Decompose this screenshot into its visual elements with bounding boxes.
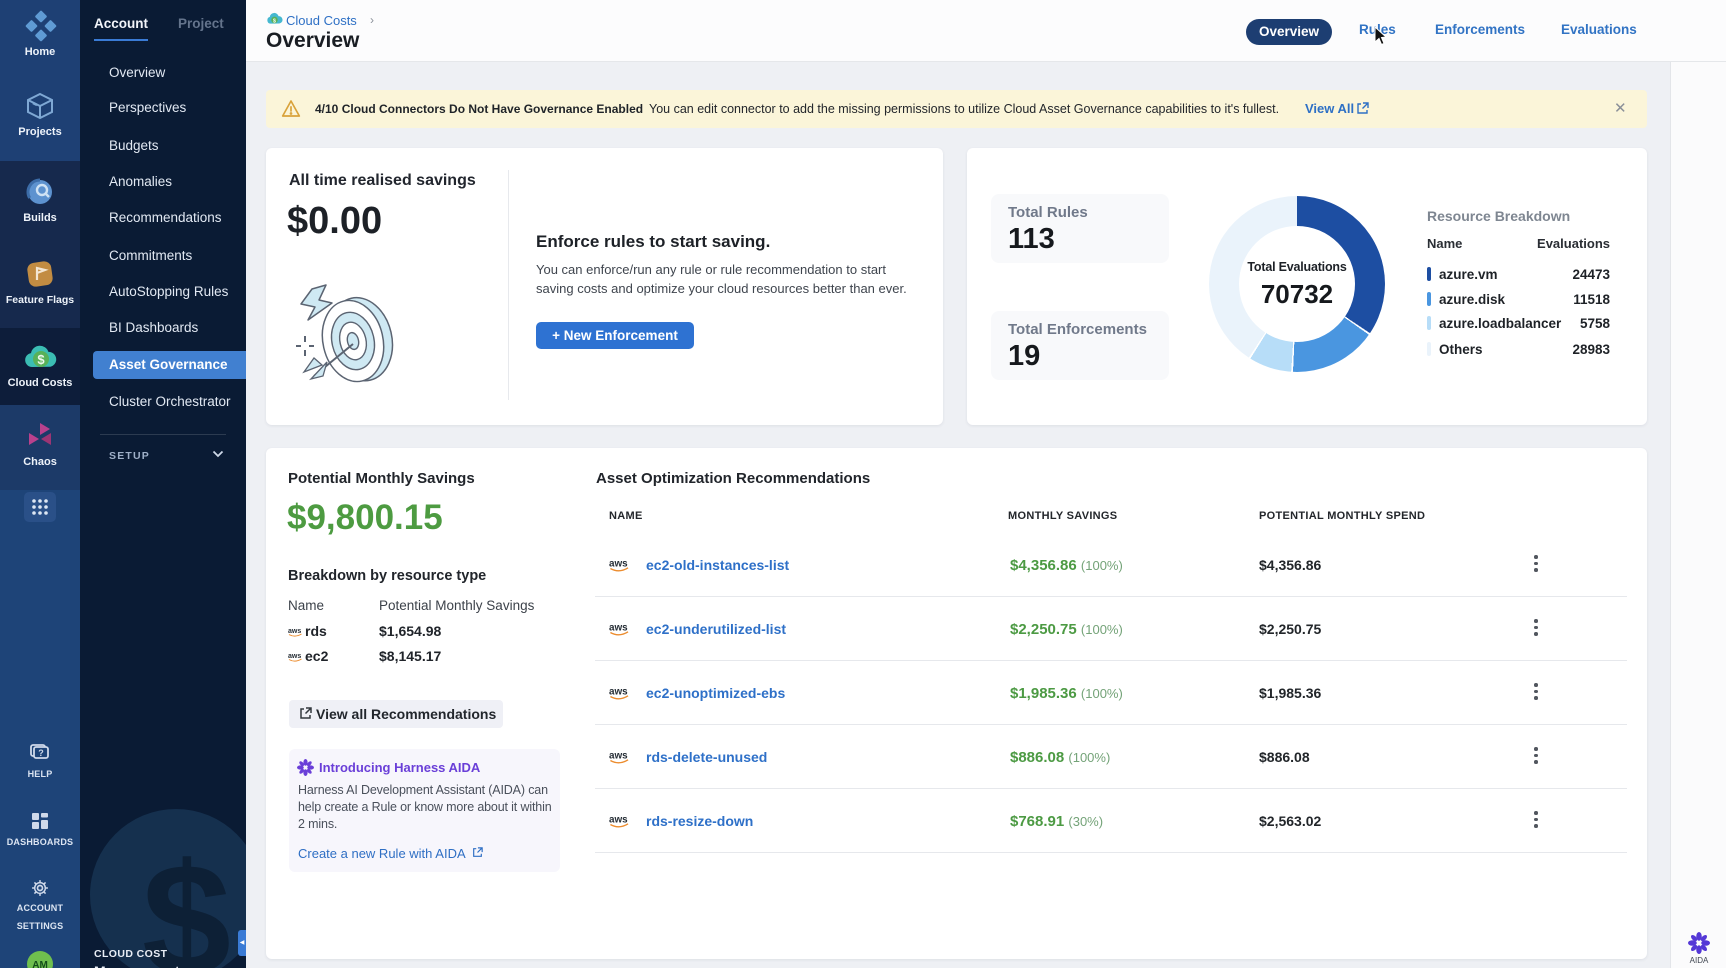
svg-text:aws: aws	[609, 814, 628, 825]
svg-text:aws: aws	[609, 750, 628, 761]
svg-text:aws: aws	[288, 628, 301, 635]
svg-text:?: ?	[38, 748, 44, 758]
svg-text:aws: aws	[609, 686, 628, 697]
svg-text:AM: AM	[32, 960, 48, 968]
svg-text:aws: aws	[609, 558, 628, 569]
svg-text:aws: aws	[609, 622, 628, 633]
svg-text:$: $	[37, 352, 45, 367]
svg-text:aws: aws	[288, 653, 301, 660]
